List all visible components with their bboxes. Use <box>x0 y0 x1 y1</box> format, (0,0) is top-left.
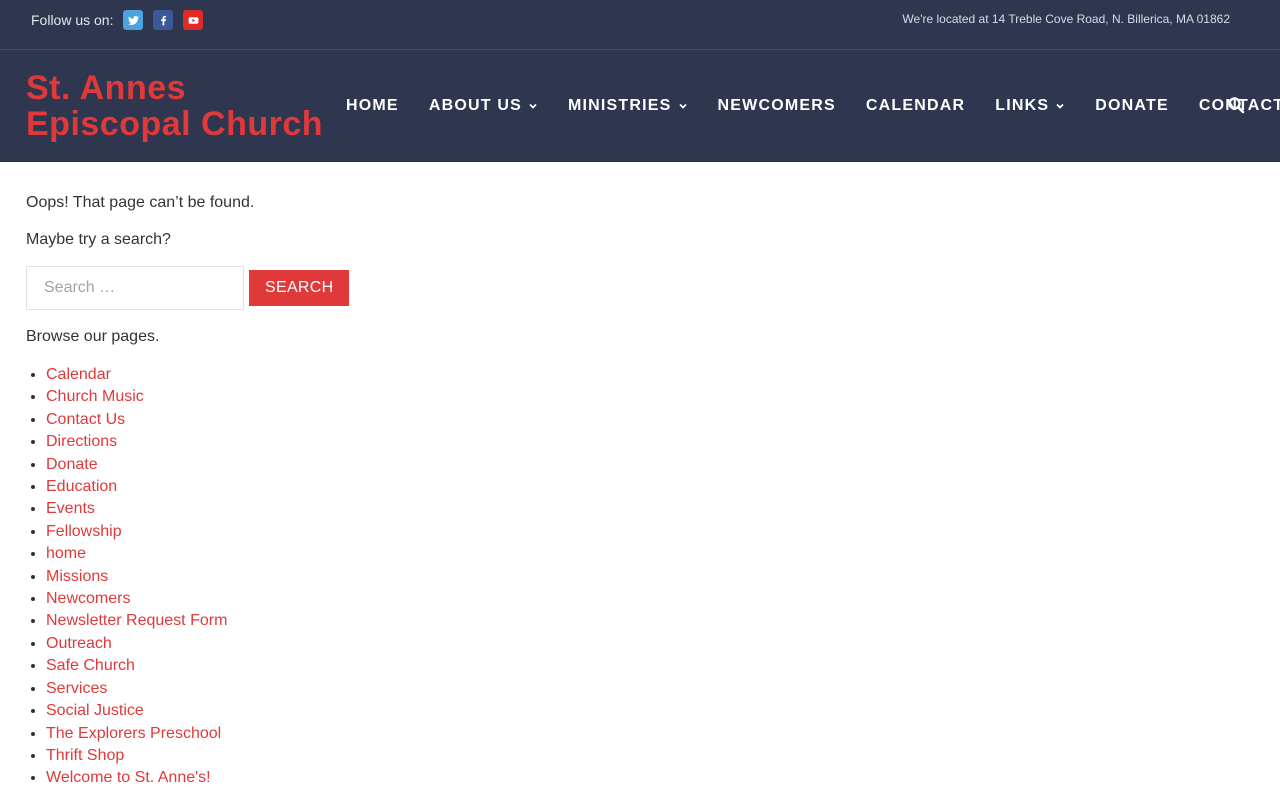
nav-newcomers-label: NEWCOMERS <box>717 97 836 114</box>
nav-donate-label: DONATE <box>1095 97 1169 114</box>
not-found-message: Oops! That page can’t be found. <box>26 194 255 211</box>
page-link[interactable]: Safe Church <box>46 657 135 674</box>
chevron-down-icon <box>678 103 687 109</box>
list-item: Directions <box>46 431 1254 453</box>
search-form: SEARCH <box>26 266 1254 310</box>
list-item: Welcome to St. Anne's! <box>46 767 1254 789</box>
list-item: Contact Us <box>46 409 1254 431</box>
page-link[interactable]: Outreach <box>46 635 112 652</box>
list-item: Newsletter Request Form <box>46 610 1254 632</box>
page-link[interactable]: Events <box>46 500 95 517</box>
follow-label: Follow us on: <box>31 12 114 28</box>
browse-heading: Browse our pages. <box>26 328 160 345</box>
page-link[interactable]: Welcome to St. Anne's! <box>46 769 211 786</box>
list-item: Safe Church <box>46 655 1254 677</box>
list-item: Outreach <box>46 633 1254 655</box>
list-item: Donate <box>46 454 1254 476</box>
twitter-icon[interactable] <box>123 10 144 30</box>
search-button[interactable]: SEARCH <box>249 270 350 306</box>
nav-about-us-label: ABOUT US <box>428 97 522 114</box>
chevron-down-icon <box>1056 103 1064 109</box>
list-item: Social Justice <box>46 700 1254 722</box>
list-item: Events <box>46 498 1254 520</box>
search-input[interactable] <box>26 266 244 310</box>
page-link[interactable]: Newsletter Request Form <box>46 612 227 629</box>
nav-calendar-label: CALENDAR <box>865 97 966 114</box>
nav-links[interactable]: LINKS <box>995 97 1065 115</box>
page-link[interactable]: Services <box>46 680 107 697</box>
address-text: We're located at 14 Treble Cove Road, N.… <box>902 12 1230 26</box>
list-item: Thrift Shop <box>46 745 1254 767</box>
list-item: Services <box>46 678 1254 700</box>
top-bar: Follow us on: We're located at 14 Treble… <box>0 0 1280 50</box>
list-item: Education <box>46 476 1254 498</box>
chevron-down-icon <box>529 103 537 109</box>
page-link[interactable]: Education <box>46 478 117 495</box>
page-link[interactable]: Thrift Shop <box>46 747 124 764</box>
logo-line-1: St. Annes <box>26 69 187 107</box>
list-item: Fellowship <box>46 521 1254 543</box>
list-item: Church Music <box>46 386 1254 408</box>
list-item: The Explorers Preschool <box>46 723 1254 745</box>
nav-home-label: HOME <box>346 97 399 114</box>
page-link[interactable]: Calendar <box>46 366 111 383</box>
search-prompt: Maybe try a search? <box>26 231 171 248</box>
site-logo[interactable]: St. Annes Episcopal Church <box>26 70 323 142</box>
pages-list: Calendar Church Music Contact Us Directions… <box>26 364 1254 790</box>
facebook-icon[interactable] <box>153 10 174 30</box>
list-item: home <box>46 543 1254 565</box>
page-link[interactable]: Donate <box>46 456 98 473</box>
logo-line-2: Episcopal Church <box>26 105 324 143</box>
nav-home[interactable]: HOME <box>346 97 399 115</box>
page-link[interactable]: The Explorers Preschool <box>46 725 221 742</box>
main-content: Oops! That page can’t be found. Maybe tr… <box>0 162 1280 790</box>
nav-donate[interactable]: DONATE <box>1095 97 1169 115</box>
nav-about-us[interactable]: ABOUT US <box>429 97 538 115</box>
page-link[interactable]: Church Music <box>46 388 144 405</box>
page-link[interactable]: Missions <box>46 568 108 585</box>
nav-calendar[interactable]: CALENDAR <box>866 97 965 115</box>
list-item: Missions <box>46 566 1254 588</box>
page-link[interactable]: Newcomers <box>46 590 130 607</box>
page-link[interactable]: Directions <box>46 433 117 450</box>
list-item: Calendar <box>46 364 1254 386</box>
page-link[interactable]: home <box>46 545 86 562</box>
youtube-icon[interactable] <box>183 10 204 30</box>
nav-ministries[interactable]: MINISTRIES <box>568 97 688 115</box>
list-item: Newcomers <box>46 588 1254 610</box>
follow-us: Follow us on: <box>31 0 204 40</box>
site-header: St. Annes Episcopal Church HOME ABOUT US… <box>0 50 1280 162</box>
nav-ministries-label: MINISTRIES <box>567 97 672 114</box>
page-link[interactable]: Fellowship <box>46 523 122 540</box>
page-link[interactable]: Social Justice <box>46 702 144 719</box>
main-nav: HOME ABOUT US MINISTRIES NEWCOMERS CALEN… <box>346 50 1280 162</box>
page-link[interactable]: Contact Us <box>46 411 125 428</box>
nav-links-label: LINKS <box>995 97 1050 114</box>
search-icon[interactable] <box>1227 96 1245 114</box>
nav-newcomers[interactable]: NEWCOMERS <box>718 97 836 115</box>
